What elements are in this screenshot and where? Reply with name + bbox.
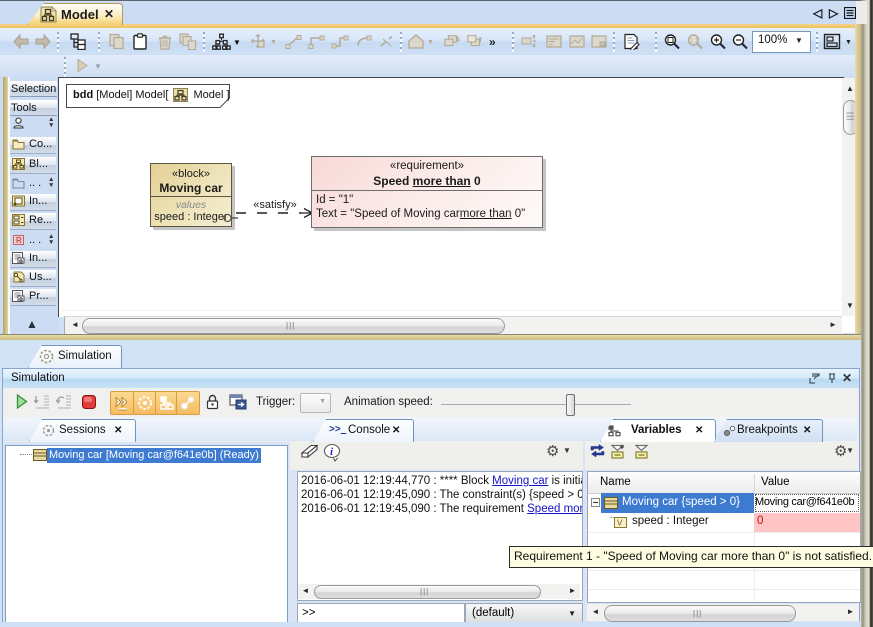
svg-text:V: V: [617, 519, 623, 528]
svg-text:R: R: [16, 236, 22, 245]
svg-text:1:1: 1:1: [690, 39, 699, 45]
